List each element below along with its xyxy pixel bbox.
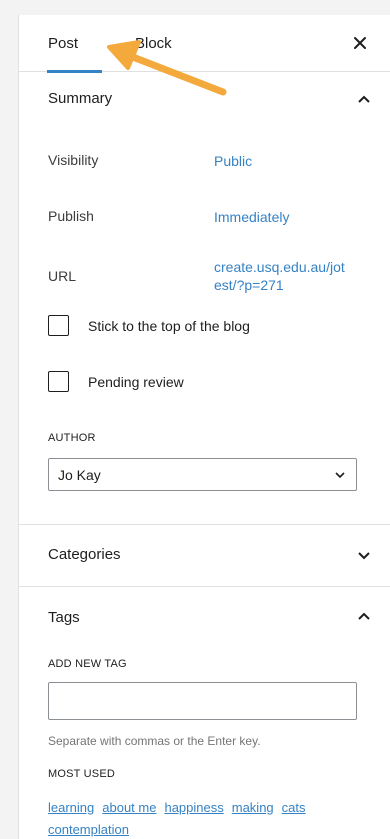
categories-section: Categories bbox=[19, 525, 390, 587]
tags-help-text: Separate with commas or the Enter key. bbox=[48, 734, 261, 748]
author-value: Jo Kay bbox=[58, 467, 101, 483]
chevron-up-icon[interactable] bbox=[357, 609, 371, 623]
pending-checkbox[interactable] bbox=[48, 371, 69, 392]
most-used-label: MOST USED bbox=[48, 768, 115, 780]
tag-link[interactable]: contemplation bbox=[48, 822, 129, 837]
url-label: URL bbox=[48, 268, 77, 284]
url-value[interactable]: create.usq.edu.au/jot est/?p=271 bbox=[214, 258, 345, 294]
visibility-value[interactable]: Public bbox=[214, 152, 252, 170]
summary-section: Summary Visibility Public Publish Immedi… bbox=[19, 72, 390, 525]
close-icon[interactable] bbox=[350, 33, 370, 53]
visibility-label: Visibility bbox=[48, 152, 99, 168]
add-tag-label: ADD NEW TAG bbox=[48, 658, 127, 670]
tag-link[interactable]: about me bbox=[102, 800, 156, 815]
author-label: AUTHOR bbox=[48, 432, 96, 444]
tag-link[interactable]: learning bbox=[48, 800, 94, 815]
tag-link[interactable]: making bbox=[232, 800, 274, 815]
chevron-down-icon bbox=[335, 472, 345, 479]
categories-header[interactable]: Categories bbox=[19, 525, 390, 587]
publish-label: Publish bbox=[48, 208, 94, 224]
pending-option: Pending review bbox=[48, 371, 184, 392]
arrow-icon bbox=[107, 40, 227, 96]
tag-link[interactable]: cats bbox=[282, 800, 306, 815]
sticky-checkbox[interactable] bbox=[48, 315, 69, 336]
chevron-down-icon[interactable] bbox=[357, 549, 371, 563]
most-used-tags: learning about me happiness making cats bbox=[48, 800, 306, 815]
tag-link[interactable]: happiness bbox=[164, 800, 223, 815]
add-tag-input[interactable] bbox=[48, 682, 357, 720]
sticky-label: Stick to the top of the blog bbox=[88, 317, 250, 334]
tags-section: Tags ADD NEW TAG Separate with commas or… bbox=[19, 587, 390, 839]
publish-value[interactable]: Immediately bbox=[214, 208, 289, 226]
settings-sidebar: Post Block Summary Visibility Public Pub… bbox=[18, 15, 390, 839]
sticky-option: Stick to the top of the blog bbox=[48, 315, 250, 336]
url-line-1: create.usq.edu.au/jot bbox=[214, 259, 345, 275]
tags-title: Tags bbox=[48, 609, 80, 626]
pending-label: Pending review bbox=[88, 373, 184, 390]
author-select[interactable]: Jo Kay bbox=[48, 458, 357, 491]
tags-header[interactable]: Tags bbox=[19, 587, 390, 649]
categories-title: Categories bbox=[48, 546, 121, 563]
url-line-2: est/?p=271 bbox=[214, 277, 284, 293]
chevron-up-icon[interactable] bbox=[357, 92, 371, 106]
